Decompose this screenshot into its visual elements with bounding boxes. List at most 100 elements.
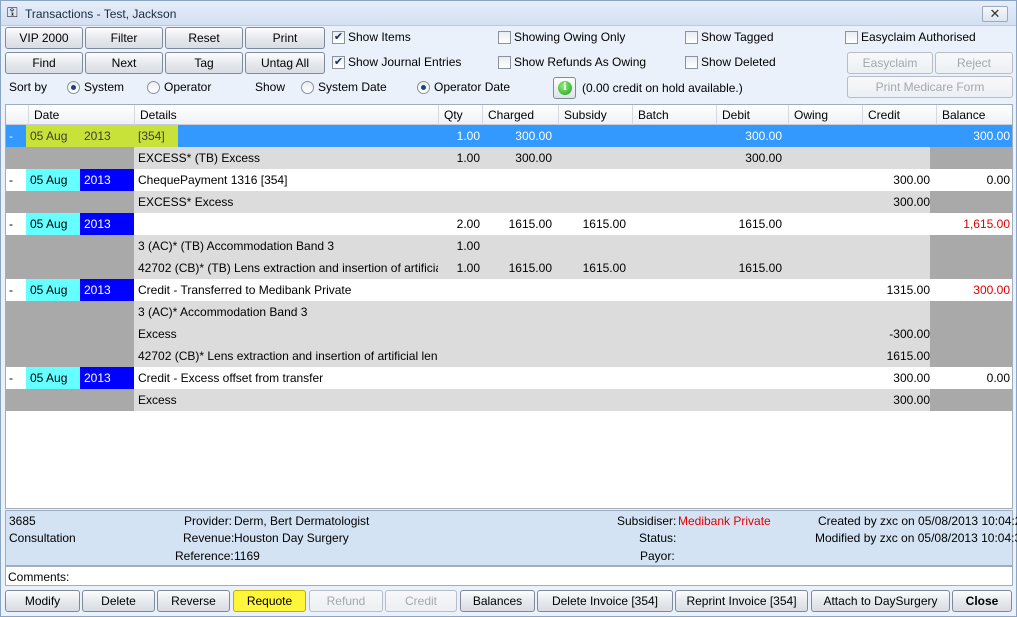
- subsidy-cell: 1615.00: [582, 217, 626, 231]
- grid-sub-row[interactable]: 42702 (CB)* Lens extraction and insertio…: [6, 345, 1012, 367]
- debit-cell: 1615.00: [738, 217, 782, 231]
- credit-on-hold-note: (0.00 credit on hold available.): [582, 81, 743, 95]
- show-operator-date-radio[interactable]: [417, 81, 430, 94]
- date-spacer: [6, 257, 134, 279]
- balance-spacer: [930, 235, 1012, 257]
- reprint-invoice-button[interactable]: Reprint Invoice [354]: [675, 590, 808, 612]
- print-button[interactable]: Print: [245, 27, 325, 49]
- show-tagged-checkbox[interactable]: [685, 31, 698, 44]
- subsidy-cell: [558, 125, 626, 147]
- grid-sub-row[interactable]: Excess -300.00: [6, 323, 1012, 345]
- grid-sub-row[interactable]: EXCESS* (TB) Excess 1.00 300.00 300.00: [6, 147, 1012, 169]
- attach-to-daysurgery-button[interactable]: Attach to DaySurgery: [811, 590, 950, 612]
- sort-operator-radio[interactable]: [147, 81, 160, 94]
- balance-cell: 0.00: [986, 371, 1010, 385]
- grid-sub-row[interactable]: 42702 (CB)* (TB) Lens extraction and ins…: [6, 257, 1012, 279]
- date-spacer: [6, 191, 134, 213]
- grid-transaction-row[interactable]: -05 Aug 2013 ChequePayment 1316 [354] 300.0…: [6, 169, 1012, 191]
- qty-cell: [438, 389, 480, 411]
- show-tagged-label: Show Tagged: [701, 30, 774, 44]
- provider-label: Provider:: [184, 514, 233, 528]
- row-expander: -: [9, 129, 13, 143]
- grid-sub-row[interactable]: Excess 300.00: [6, 389, 1012, 411]
- sort-by-label: Sort by: [9, 80, 48, 94]
- easyclaim-authorised-checkbox[interactable]: [845, 31, 858, 44]
- show-deleted-checkbox[interactable]: [685, 56, 698, 69]
- title-bar[interactable]: ⚿ Transactions - Test, Jackson ✕: [1, 1, 1016, 26]
- column-header-charged[interactable]: Charged: [482, 105, 558, 125]
- qty-cell: [438, 323, 480, 345]
- show-journal-entries-checkbox[interactable]: ✔: [332, 56, 345, 69]
- delete-invoice-button[interactable]: Delete Invoice [354]: [537, 590, 673, 612]
- show-items-checkbox[interactable]: ✔: [332, 31, 345, 44]
- close-button[interactable]: Close: [952, 590, 1012, 612]
- show-system-date-radio[interactable]: [301, 81, 314, 94]
- showing-owing-only-checkbox[interactable]: [498, 31, 511, 44]
- easyclaim-button[interactable]: Easyclaim: [847, 52, 933, 74]
- grid-transaction-row[interactable]: -05 Aug 2013 Credit - Transferred to Medib…: [6, 279, 1012, 301]
- print-medicare-form-button[interactable]: Print Medicare Form: [847, 76, 1013, 98]
- untag-all-button[interactable]: Untag All: [245, 52, 325, 74]
- provider-value: Derm, Bert Dermatologist: [234, 514, 370, 528]
- comments-field[interactable]: Comments:: [5, 566, 1013, 586]
- details-cell: Credit - Transferred to Medibank Private: [138, 283, 352, 297]
- modify-button[interactable]: Modify: [5, 590, 80, 612]
- column-header-credit[interactable]: Credit: [862, 105, 936, 125]
- date-day: 05 Aug: [26, 169, 80, 191]
- date-spacer: [6, 301, 134, 323]
- row-expander: -: [9, 173, 13, 187]
- credit-cell: 300.00: [893, 195, 930, 209]
- debit-cell: [716, 235, 782, 257]
- details-cell: EXCESS* (TB) Excess: [138, 151, 261, 165]
- column-header-date[interactable]: Date: [28, 105, 134, 125]
- refund-button[interactable]: Refund: [309, 590, 383, 612]
- window-close-button[interactable]: ✕: [982, 6, 1008, 22]
- reverse-button[interactable]: Reverse: [157, 590, 230, 612]
- find-button[interactable]: Find: [5, 52, 83, 74]
- reject-button[interactable]: Reject: [935, 52, 1013, 74]
- reset-button[interactable]: Reset: [165, 27, 243, 49]
- qty-cell: 2.00: [456, 217, 480, 231]
- grid-transaction-row[interactable]: -05 Aug 2013 2.00 1615.00 1615.00 1615.00 1,61…: [6, 213, 1012, 235]
- credit-cell: 1615.00: [886, 349, 930, 363]
- credit-info-button[interactable]: i: [553, 77, 576, 99]
- column-header-owing[interactable]: Owing: [788, 105, 862, 125]
- credit-cell: 300.00: [893, 393, 930, 407]
- column-header-details[interactable]: Details: [134, 105, 438, 125]
- column-header-balance[interactable]: Balance: [936, 105, 1012, 125]
- filter-button[interactable]: Filter: [85, 27, 163, 49]
- charged-cell: 300.00: [515, 129, 552, 143]
- grid-sub-row[interactable]: 3 (AC)* Accommodation Band 3: [6, 301, 1012, 323]
- date-day: 05 Aug: [26, 213, 80, 235]
- payor-label: Payor:: [640, 549, 675, 563]
- grid-sub-row[interactable]: EXCESS* Excess 300.00: [6, 191, 1012, 213]
- requote-button[interactable]: Requote: [233, 590, 306, 612]
- grid-transaction-row[interactable]: -05 Aug 2013 [354] 1.00 300.00 300.00 300.00: [6, 125, 1012, 147]
- column-header-subsidy[interactable]: Subsidy: [558, 105, 632, 125]
- tag-button[interactable]: Tag: [165, 52, 243, 74]
- delete-button[interactable]: Delete: [82, 590, 155, 612]
- credit-button[interactable]: Credit: [385, 590, 457, 612]
- subsidy-cell: [558, 389, 626, 411]
- column-header-qty[interactable]: Qty: [438, 105, 482, 125]
- grid-sub-row[interactable]: 3 (AC)* (TB) Accommodation Band 3 1.00: [6, 235, 1012, 257]
- row-expander: -: [9, 371, 13, 385]
- balance-spacer: [930, 147, 1012, 169]
- debit-cell: [716, 279, 782, 301]
- grid-transaction-row[interactable]: -05 Aug 2013 Credit - Excess offset from t…: [6, 367, 1012, 389]
- sort-system-radio[interactable]: [67, 81, 80, 94]
- charged-cell: [482, 279, 552, 301]
- revenue-value: Houston Day Surgery: [234, 531, 349, 545]
- charged-cell: 1615.00: [508, 261, 552, 275]
- balances-button[interactable]: Balances: [460, 590, 535, 612]
- column-header-batch[interactable]: Batch: [632, 105, 716, 125]
- subsidiser-value: Medibank Private: [678, 514, 771, 528]
- subsidy-cell: [558, 147, 626, 169]
- vip-button[interactable]: VIP 2000: [5, 27, 83, 49]
- subsidy-cell: [558, 367, 626, 389]
- column-header-debit[interactable]: Debit: [716, 105, 788, 125]
- show-refunds-as-owing-checkbox[interactable]: [498, 56, 511, 69]
- debit-cell: 1615.00: [738, 261, 782, 275]
- credit-cell: [862, 235, 930, 257]
- next-button[interactable]: Next: [85, 52, 163, 74]
